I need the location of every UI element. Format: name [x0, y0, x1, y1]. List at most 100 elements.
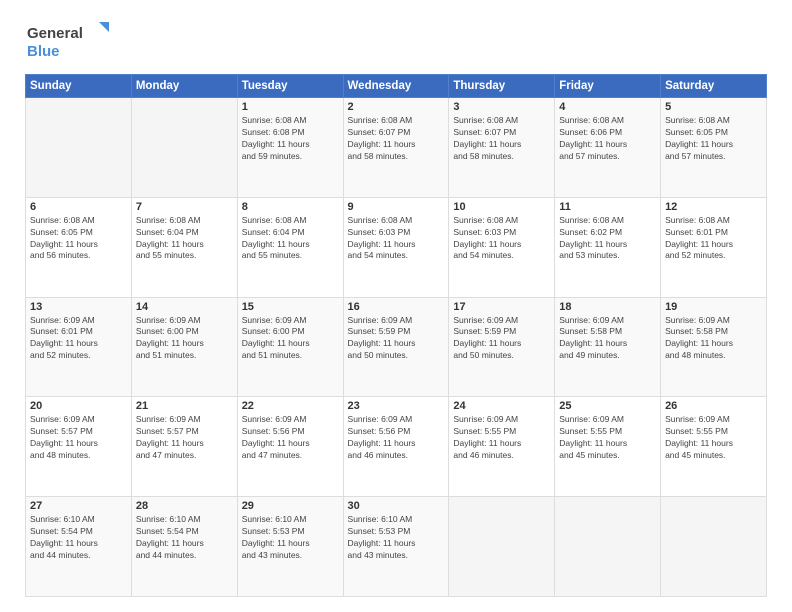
week-row-4: 20 Sunrise: 6:09 AM Sunset: 5:57 PM Dayli…	[26, 397, 767, 497]
day-cell-7: 7 Sunrise: 6:08 AM Sunset: 6:04 PM Daylig…	[131, 197, 237, 297]
day-number: 27	[30, 500, 127, 512]
day-number: 9	[348, 201, 445, 213]
day-info: Sunrise: 6:08 AM Sunset: 6:06 PM Dayligh…	[559, 115, 656, 163]
day-number: 28	[136, 500, 233, 512]
day-number: 7	[136, 201, 233, 213]
day-info: Sunrise: 6:09 AM Sunset: 5:59 PM Dayligh…	[453, 315, 550, 363]
day-cell-9: 9 Sunrise: 6:08 AM Sunset: 6:03 PM Daylig…	[343, 197, 449, 297]
calendar-table: SundayMondayTuesdayWednesdayThursdayFrid…	[25, 74, 767, 597]
day-number: 25	[559, 400, 656, 412]
empty-cell	[449, 497, 555, 597]
day-info: Sunrise: 6:08 AM Sunset: 6:05 PM Dayligh…	[665, 115, 762, 163]
empty-cell	[26, 98, 132, 198]
weekday-header-sunday: Sunday	[26, 75, 132, 98]
day-info: Sunrise: 6:09 AM Sunset: 6:01 PM Dayligh…	[30, 315, 127, 363]
page: General Blue SundayMondayTuesdayWednesda…	[0, 0, 792, 612]
day-info: Sunrise: 6:08 AM Sunset: 6:05 PM Dayligh…	[30, 215, 127, 263]
day-number: 2	[348, 101, 445, 113]
day-info: Sunrise: 6:08 AM Sunset: 6:04 PM Dayligh…	[242, 215, 339, 263]
day-info: Sunrise: 6:09 AM Sunset: 6:00 PM Dayligh…	[136, 315, 233, 363]
day-number: 5	[665, 101, 762, 113]
day-number: 23	[348, 400, 445, 412]
day-cell-12: 12 Sunrise: 6:08 AM Sunset: 6:01 PM Dayli…	[661, 197, 767, 297]
day-info: Sunrise: 6:09 AM Sunset: 5:59 PM Dayligh…	[348, 315, 445, 363]
weekday-header-friday: Friday	[555, 75, 661, 98]
day-cell-3: 3 Sunrise: 6:08 AM Sunset: 6:07 PM Daylig…	[449, 98, 555, 198]
day-cell-24: 24Sunrise: 6:09 AM Sunset: 5:55 PM Dayli…	[449, 397, 555, 497]
week-row-1: 1 Sunrise: 6:08 AM Sunset: 6:08 PM Daylig…	[26, 98, 767, 198]
day-number: 8	[242, 201, 339, 213]
day-number: 12	[665, 201, 762, 213]
day-number: 1	[242, 101, 339, 113]
day-info: Sunrise: 6:09 AM Sunset: 5:55 PM Dayligh…	[559, 414, 656, 462]
day-cell-8: 8 Sunrise: 6:08 AM Sunset: 6:04 PM Daylig…	[237, 197, 343, 297]
day-info: Sunrise: 6:09 AM Sunset: 5:58 PM Dayligh…	[665, 315, 762, 363]
day-info: Sunrise: 6:08 AM Sunset: 6:07 PM Dayligh…	[453, 115, 550, 163]
day-cell-26: 26Sunrise: 6:09 AM Sunset: 5:55 PM Dayli…	[661, 397, 767, 497]
day-info: Sunrise: 6:08 AM Sunset: 6:08 PM Dayligh…	[242, 115, 339, 163]
header: General Blue	[25, 20, 767, 62]
day-number: 17	[453, 301, 550, 313]
day-info: Sunrise: 6:09 AM Sunset: 5:57 PM Dayligh…	[30, 414, 127, 462]
day-info: Sunrise: 6:09 AM Sunset: 5:56 PM Dayligh…	[242, 414, 339, 462]
day-number: 22	[242, 400, 339, 412]
day-info: Sunrise: 6:08 AM Sunset: 6:03 PM Dayligh…	[453, 215, 550, 263]
day-info: Sunrise: 6:09 AM Sunset: 5:58 PM Dayligh…	[559, 315, 656, 363]
day-cell-23: 23 Sunrise: 6:09 AM Sunset: 5:56 PM Dayli…	[343, 397, 449, 497]
day-number: 15	[242, 301, 339, 313]
day-number: 21	[136, 400, 233, 412]
logo: General Blue	[25, 20, 115, 62]
day-info: Sunrise: 6:09 AM Sunset: 5:56 PM Dayligh…	[348, 414, 445, 462]
day-cell-15: 15Sunrise: 6:09 AM Sunset: 6:00 PM Dayli…	[237, 297, 343, 397]
svg-text:Blue: Blue	[27, 43, 60, 60]
day-cell-28: 28 Sunrise: 6:10 AM Sunset: 5:54 PM Dayli…	[131, 497, 237, 597]
day-number: 11	[559, 201, 656, 213]
day-cell-29: 29Sunrise: 6:10 AM Sunset: 5:53 PM Dayli…	[237, 497, 343, 597]
empty-cell	[661, 497, 767, 597]
day-info: Sunrise: 6:09 AM Sunset: 5:57 PM Dayligh…	[136, 414, 233, 462]
day-number: 20	[30, 400, 127, 412]
day-info: Sunrise: 6:10 AM Sunset: 5:54 PM Dayligh…	[30, 514, 127, 562]
weekday-header-tuesday: Tuesday	[237, 75, 343, 98]
day-cell-16: 16 Sunrise: 6:09 AM Sunset: 5:59 PM Dayli…	[343, 297, 449, 397]
day-number: 6	[30, 201, 127, 213]
day-cell-11: 11 Sunrise: 6:08 AM Sunset: 6:02 PM Dayli…	[555, 197, 661, 297]
day-cell-13: 13 Sunrise: 6:09 AM Sunset: 6:01 PM Dayli…	[26, 297, 132, 397]
day-info: Sunrise: 6:08 AM Sunset: 6:03 PM Dayligh…	[348, 215, 445, 263]
day-info: Sunrise: 6:08 AM Sunset: 6:02 PM Dayligh…	[559, 215, 656, 263]
day-info: Sunrise: 6:08 AM Sunset: 6:07 PM Dayligh…	[348, 115, 445, 163]
day-info: Sunrise: 6:08 AM Sunset: 6:04 PM Dayligh…	[136, 215, 233, 263]
day-info: Sunrise: 6:10 AM Sunset: 5:53 PM Dayligh…	[242, 514, 339, 562]
week-row-2: 6 Sunrise: 6:08 AM Sunset: 6:05 PM Daylig…	[26, 197, 767, 297]
day-number: 16	[348, 301, 445, 313]
week-row-3: 13 Sunrise: 6:09 AM Sunset: 6:01 PM Dayli…	[26, 297, 767, 397]
weekday-header-monday: Monday	[131, 75, 237, 98]
calendar-body: 1 Sunrise: 6:08 AM Sunset: 6:08 PM Daylig…	[26, 98, 767, 597]
day-cell-27: 27 Sunrise: 6:10 AM Sunset: 5:54 PM Dayli…	[26, 497, 132, 597]
day-number: 3	[453, 101, 550, 113]
empty-cell	[131, 98, 237, 198]
weekday-header-wednesday: Wednesday	[343, 75, 449, 98]
day-cell-14: 14Sunrise: 6:09 AM Sunset: 6:00 PM Dayli…	[131, 297, 237, 397]
day-cell-25: 25 Sunrise: 6:09 AM Sunset: 5:55 PM Dayli…	[555, 397, 661, 497]
svg-text:General: General	[27, 25, 83, 42]
day-info: Sunrise: 6:08 AM Sunset: 6:01 PM Dayligh…	[665, 215, 762, 263]
day-cell-4: 4 Sunrise: 6:08 AM Sunset: 6:06 PM Daylig…	[555, 98, 661, 198]
day-number: 18	[559, 301, 656, 313]
week-row-5: 27 Sunrise: 6:10 AM Sunset: 5:54 PM Dayli…	[26, 497, 767, 597]
day-cell-18: 18 Sunrise: 6:09 AM Sunset: 5:58 PM Dayli…	[555, 297, 661, 397]
day-number: 19	[665, 301, 762, 313]
weekday-header-saturday: Saturday	[661, 75, 767, 98]
day-number: 30	[348, 500, 445, 512]
day-cell-30: 30 Sunrise: 6:10 AM Sunset: 5:53 PM Dayli…	[343, 497, 449, 597]
day-info: Sunrise: 6:10 AM Sunset: 5:53 PM Dayligh…	[348, 514, 445, 562]
day-number: 4	[559, 101, 656, 113]
day-info: Sunrise: 6:10 AM Sunset: 5:54 PM Dayligh…	[136, 514, 233, 562]
day-info: Sunrise: 6:09 AM Sunset: 5:55 PM Dayligh…	[665, 414, 762, 462]
day-number: 13	[30, 301, 127, 313]
weekday-header-row: SundayMondayTuesdayWednesdayThursdayFrid…	[26, 75, 767, 98]
day-number: 10	[453, 201, 550, 213]
empty-cell	[555, 497, 661, 597]
day-cell-20: 20 Sunrise: 6:09 AM Sunset: 5:57 PM Dayli…	[26, 397, 132, 497]
day-cell-1: 1 Sunrise: 6:08 AM Sunset: 6:08 PM Daylig…	[237, 98, 343, 198]
